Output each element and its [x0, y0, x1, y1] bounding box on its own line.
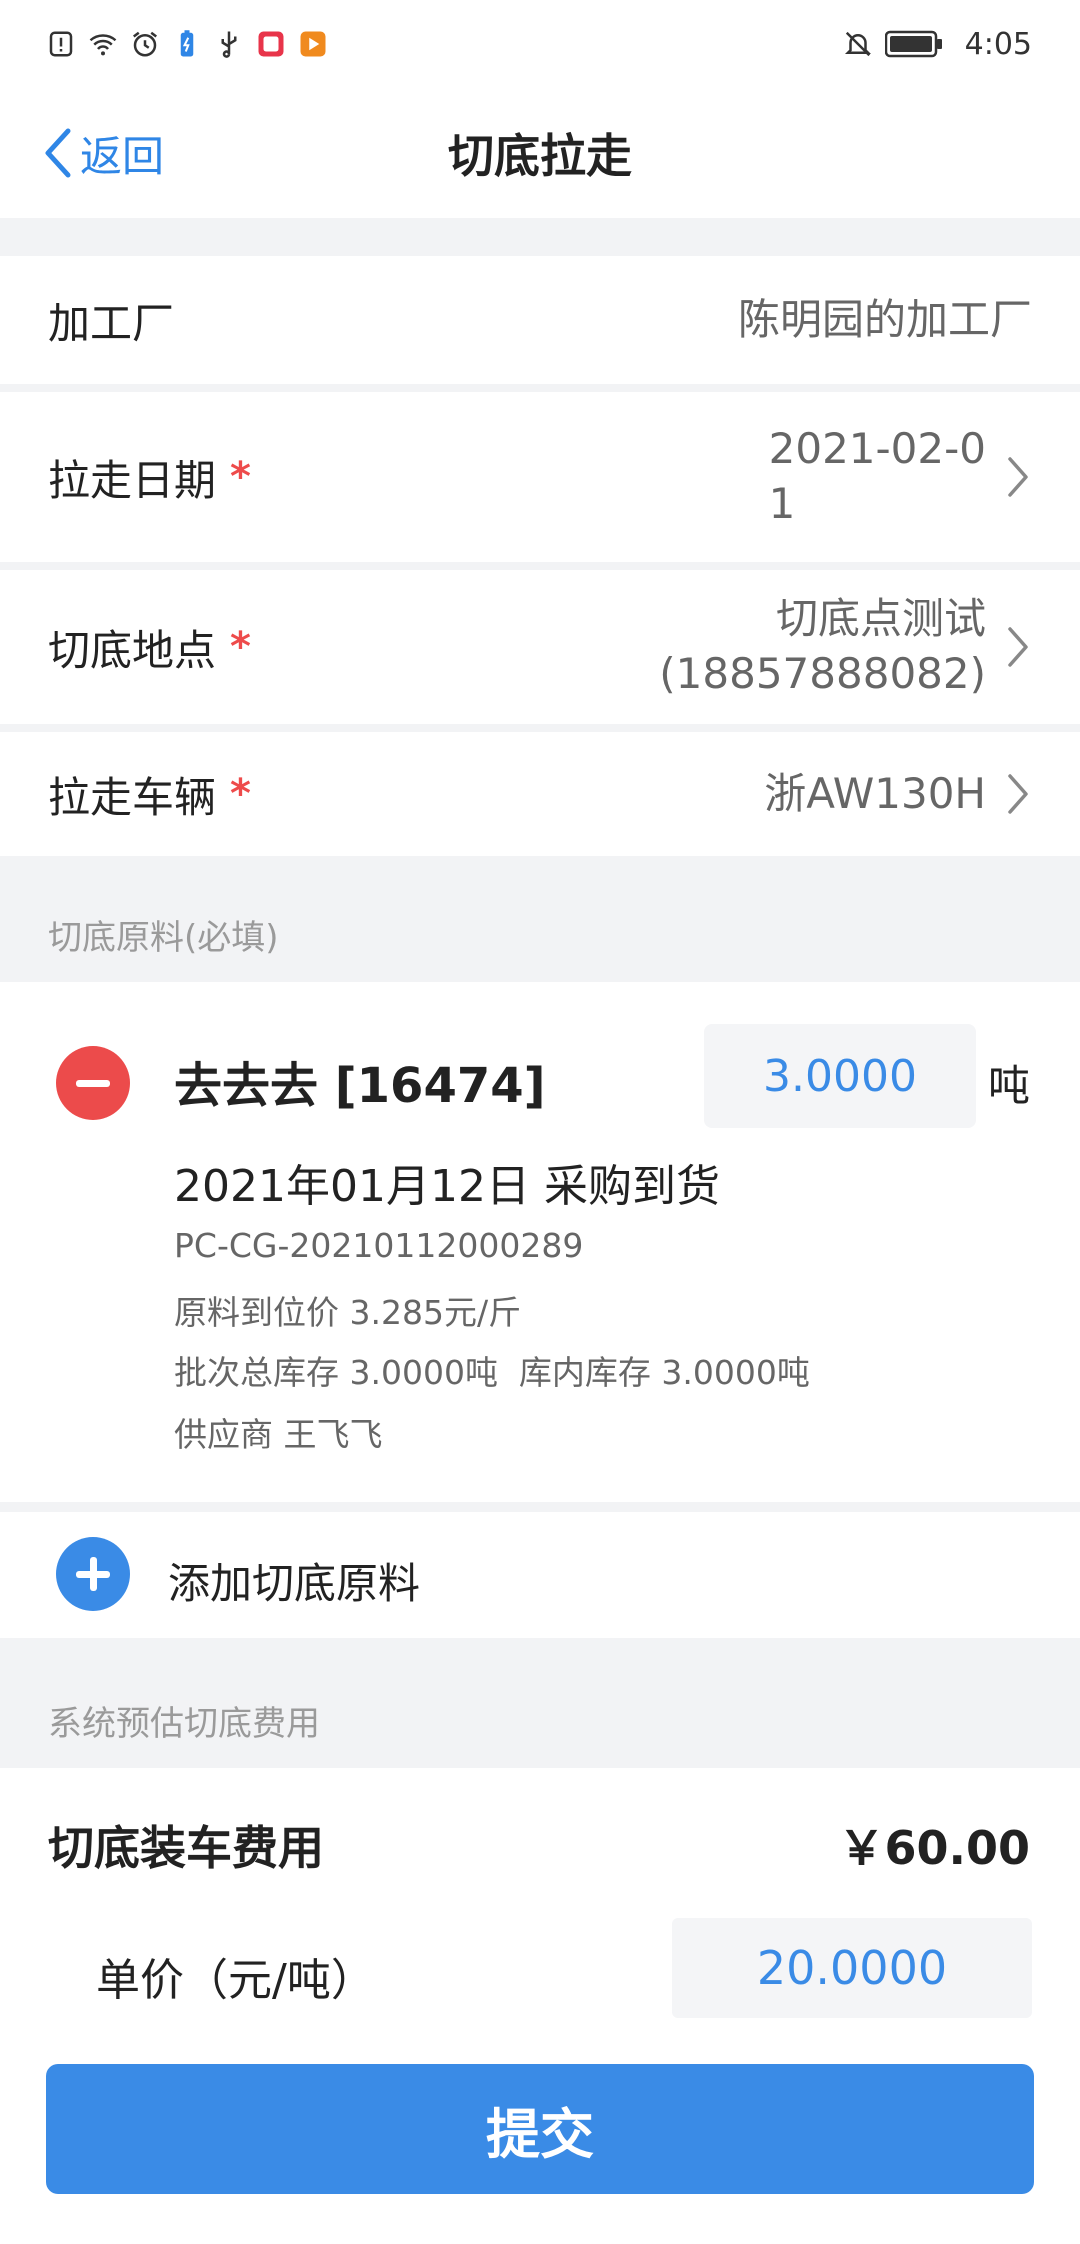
factory-label: 加工厂 — [48, 298, 175, 348]
chevron-right-icon — [1008, 627, 1028, 667]
location-label: 切底地点 — [48, 625, 217, 675]
location-value: 切底点测试 (18857888082) — [659, 592, 986, 701]
usb-icon — [221, 31, 237, 58]
status-right-icons: 4:05 — [843, 27, 1032, 62]
quantity-unit: 吨 — [988, 1061, 1031, 1110]
material-date-line: 2021年01月12日 采购到货 — [174, 1161, 720, 1212]
back-label: 返回 — [80, 131, 165, 181]
date-value-line1: 2021-02-0 — [768, 424, 986, 474]
status-time: 4:05 — [964, 26, 1032, 62]
nav-bar: 返回 切底拉走 — [0, 88, 1080, 218]
chevron-right-icon — [1008, 457, 1028, 497]
alarm-icon — [133, 31, 157, 57]
material-price: 原料到位价 3.285元/斤 — [174, 1293, 522, 1332]
vehicle-row[interactable]: 拉走车辆 * 浙AW130H — [0, 732, 1080, 856]
unit-price-input[interactable]: 20.0000 — [672, 1918, 1032, 2018]
required-mark: * — [230, 454, 251, 500]
quantity-input[interactable]: 3.0000 — [704, 1024, 976, 1128]
vehicle-value-wrap: 浙AW130H — [764, 767, 1032, 822]
add-material-label[interactable]: 添加切底原料 — [168, 1550, 420, 1611]
material-code: PC-CG-20210112000289 — [174, 1226, 584, 1265]
vehicle-value: 浙AW130H — [764, 768, 986, 818]
unit-price-label: 单价（元/吨） — [96, 1955, 375, 2006]
date-label: 拉走日期 — [48, 455, 217, 505]
location-value-line1: 切底点测试 — [775, 594, 986, 644]
submit-button[interactable]: 提交 — [46, 2064, 1034, 2194]
vehicle-label: 拉走车辆 — [48, 772, 217, 822]
alert-icon — [49, 31, 73, 57]
factory-row: 加工厂 陈明园的加工厂 — [0, 256, 1080, 384]
add-material-button[interactable] — [56, 1537, 130, 1611]
fee-amount: ￥60.00 — [838, 1821, 1030, 1875]
required-mark: * — [230, 771, 251, 817]
required-mark: * — [230, 624, 251, 670]
date-value-wrap: 2021-02-0 1 — [769, 422, 1032, 531]
location-value-wrap: 切底点测试 (18857888082) — [659, 592, 1032, 701]
location-row[interactable]: 切底地点 * 切底点测试 (18857888082) — [0, 570, 1080, 724]
factory-value: 陈明园的加工厂 — [737, 294, 1032, 344]
page: 4:05 返回 切底拉走 加工厂 陈明园的加工厂 拉走日期 * 2021-02-… — [0, 0, 1080, 2244]
date-value: 2021-02-0 1 — [769, 422, 986, 531]
back-button[interactable]: 返回 — [42, 88, 164, 218]
app-notification-icon — [258, 31, 284, 57]
video-app-icon — [300, 31, 326, 57]
material-supplier: 供应商 王飞飞 — [174, 1415, 383, 1454]
fee-title: 切底装车费用 — [48, 1821, 324, 1875]
mute-bell-icon — [844, 31, 871, 57]
vehicle-label-wrap: 拉走车辆 * — [48, 764, 251, 825]
materials-section-label: 切底原料(必填) — [48, 918, 279, 958]
add-material-row[interactable] — [0, 1512, 1080, 1638]
material-name: 去去去 [16474] — [174, 1058, 546, 1114]
date-value-line2: 1 — [768, 479, 796, 528]
battery-icon — [884, 30, 942, 58]
date-label-wrap: 拉走日期 * — [48, 447, 251, 508]
date-row[interactable]: 拉走日期 * 2021-02-0 1 — [0, 392, 1080, 562]
location-label-wrap: 切底地点 * — [48, 617, 251, 678]
fee-section-label: 系统预估切底费用 — [48, 1704, 320, 1744]
page-title: 切底拉走 — [448, 129, 632, 183]
location-value-line2: (18857888082) — [659, 649, 986, 698]
remove-material-button[interactable] — [56, 1046, 130, 1120]
battery-saver-icon — [180, 30, 194, 57]
chevron-right-icon — [1008, 774, 1028, 814]
status-left-icons — [46, 29, 328, 59]
status-bar: 4:05 — [0, 0, 1080, 88]
wifi-icon — [89, 34, 117, 56]
material-stock: 批次总库存 3.0000吨 库内库存 3.0000吨 — [174, 1353, 810, 1392]
chevron-left-icon — [45, 128, 71, 178]
